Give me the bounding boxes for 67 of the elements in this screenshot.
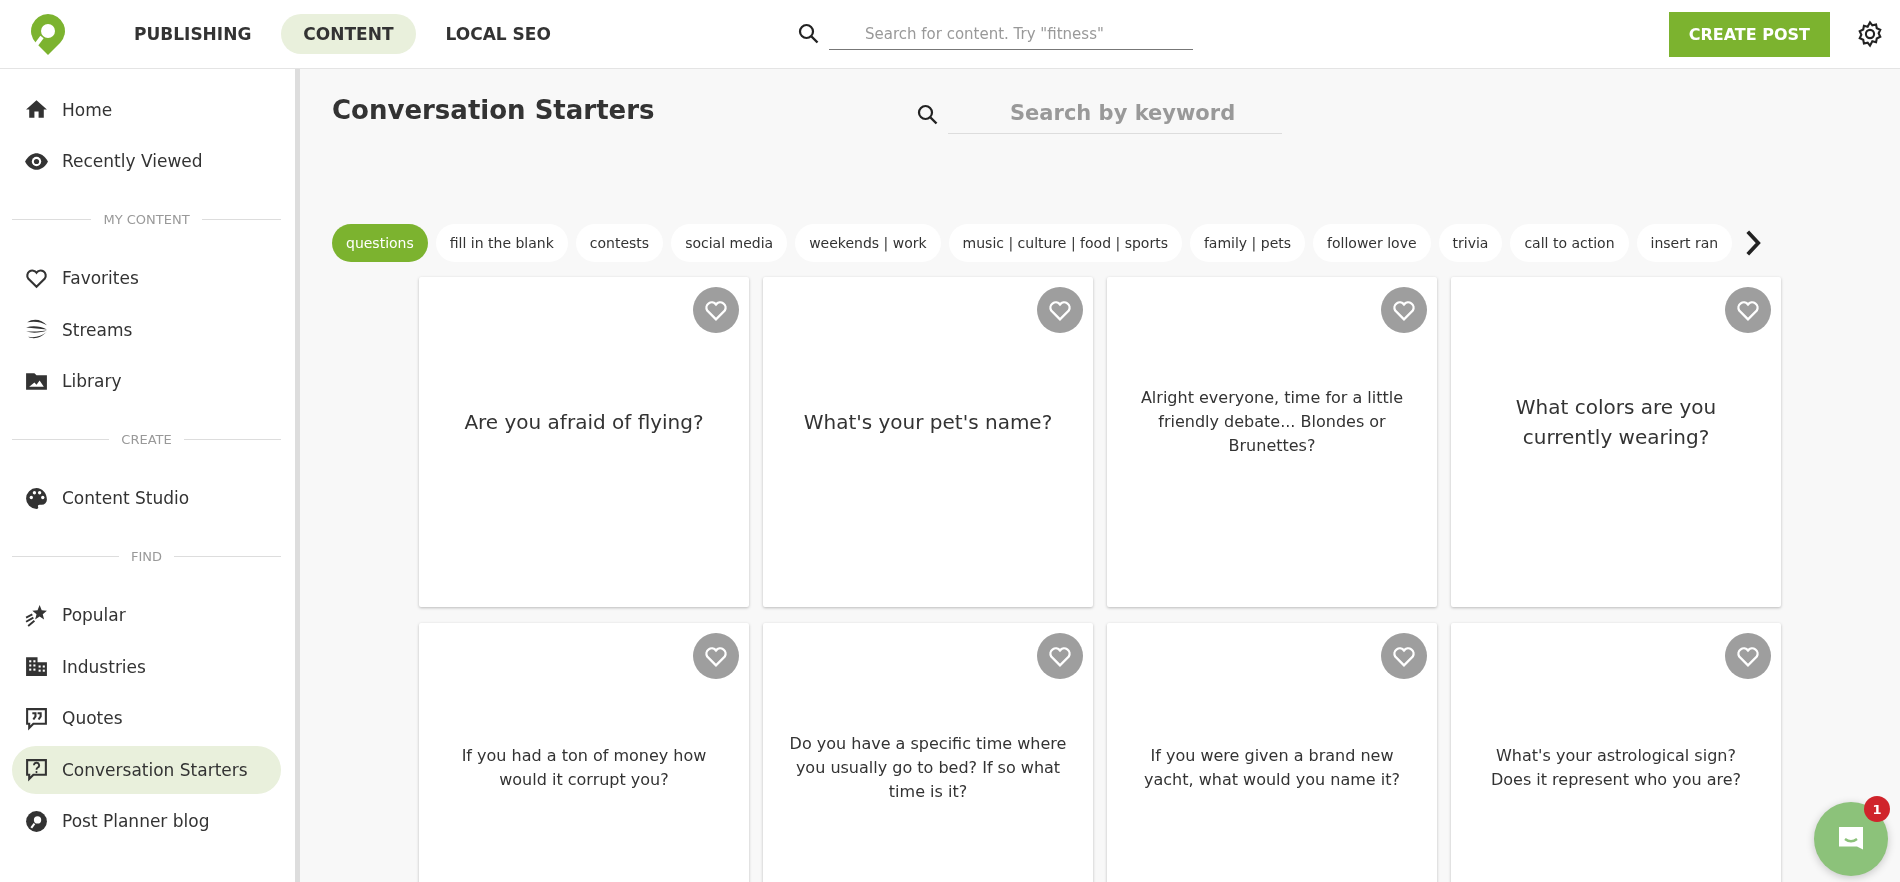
content-card[interactable]: Do you have a specific time where you usually go to bed? If so what time is it? [763, 623, 1093, 882]
sidebar-item[interactable]: Library [12, 357, 281, 405]
search-icon [916, 102, 940, 127]
nav-tab[interactable]: LOCAL SEO [423, 14, 573, 54]
section-heading: CREATE [121, 432, 172, 447]
category-chip[interactable]: insert ran [1636, 224, 1733, 262]
content-card[interactable]: Alright everyone, time for a little friendly debate... Blondes or Brunettes? [1107, 277, 1437, 607]
card-text: If you had a ton of money how would it corrupt you? [460, 745, 708, 791]
content-card[interactable]: Are you afraid of flying? [419, 277, 749, 607]
favorite-button[interactable] [1725, 633, 1771, 679]
page-title: Conversation Starters [332, 95, 656, 125]
favorite-button[interactable] [1725, 287, 1771, 333]
favorite-button[interactable] [693, 287, 739, 333]
category-chip[interactable]: contests [575, 224, 664, 262]
category-chip[interactable]: music | culture | food | sports [948, 224, 1182, 262]
keyword-search-field[interactable]: Search by keyword [948, 95, 1282, 134]
content-card[interactable]: What's your pet's name? [763, 277, 1093, 607]
favorite-button[interactable] [1037, 633, 1083, 679]
sidebar-item[interactable]: Quotes [12, 694, 281, 742]
card-text: Do you have a specific time where you usually go to bed? If so what time is it? [789, 733, 1067, 803]
card-text: What colors are you currently wearing? [1514, 394, 1718, 451]
category-chip[interactable]: call to action [1510, 224, 1629, 262]
sidebar-item[interactable]: Industries [12, 642, 281, 691]
sidebar-item[interactable]: Content Studio [12, 474, 281, 522]
search-icon [796, 22, 821, 46]
section-heading: MY CONTENT [103, 212, 190, 227]
sidebar-item[interactable]: Recently Viewed [12, 137, 281, 185]
category-chip[interactable]: family | pets [1189, 224, 1306, 262]
settings-icon[interactable] [1856, 20, 1884, 48]
category-chip[interactable]: social media [671, 224, 788, 262]
question-bubble-icon [24, 757, 49, 782]
sidebar-item[interactable]: Streams [12, 305, 281, 354]
category-chip[interactable]: trivia [1438, 224, 1503, 262]
quote-bubble-icon [24, 705, 49, 731]
favorite-button[interactable] [1037, 287, 1083, 333]
category-chip[interactable]: follower love [1313, 224, 1431, 262]
content-card[interactable]: What's your astrological sign? Does it represent who you are? [1451, 623, 1781, 882]
favorite-button[interactable] [693, 633, 739, 679]
chevron-right-icon[interactable] [1744, 228, 1763, 258]
star-icon [24, 602, 49, 628]
card-text: What's your pet's name? [803, 409, 1053, 436]
card-text: Are you afraid of flying? [464, 409, 704, 436]
card-text: If you were given a brand new yacht, what would you name it? [1143, 745, 1401, 791]
category-chip[interactable]: weekends | work [795, 224, 941, 262]
section-heading: FIND [131, 549, 163, 564]
favorite-button[interactable] [1381, 287, 1427, 333]
notification-badge: 1 [1864, 796, 1890, 822]
card-text: Alright everyone, time for a little friendly debate... Blondes or Brunettes? [1139, 387, 1405, 457]
logo-icon[interactable] [28, 12, 68, 56]
sidebar-item[interactable]: Favorites [12, 254, 281, 302]
content-card[interactable]: If you had a ton of money how would it corrupt you? [419, 623, 749, 882]
palette-icon [24, 485, 49, 511]
favorite-button[interactable] [1381, 633, 1427, 679]
sidebar-item[interactable]: Post Planner blog [12, 797, 281, 845]
sidebar-item[interactable]: Home [12, 85, 281, 134]
building-icon [24, 654, 49, 679]
nav-tab[interactable]: PUBLISHING [112, 14, 274, 54]
content-card[interactable]: If you were given a brand new yacht, what would you name it? [1107, 623, 1437, 882]
sidebar-item[interactable]: Popular [12, 591, 281, 639]
chat-button[interactable] [1814, 802, 1888, 876]
nav-tab[interactable]: CONTENT [281, 14, 416, 54]
sidebar-item[interactable]: Conversation Starters [12, 745, 281, 794]
search-field[interactable]: Search for content. Try "fitness" [828, 18, 1193, 50]
card-text: What's your astrological sign? Does it represent who you are? [1489, 745, 1743, 791]
category-chip[interactable]: fill in the blank [435, 224, 568, 262]
content-card[interactable]: What colors are you currently wearing? [1451, 277, 1781, 607]
pin-icon [24, 808, 49, 834]
